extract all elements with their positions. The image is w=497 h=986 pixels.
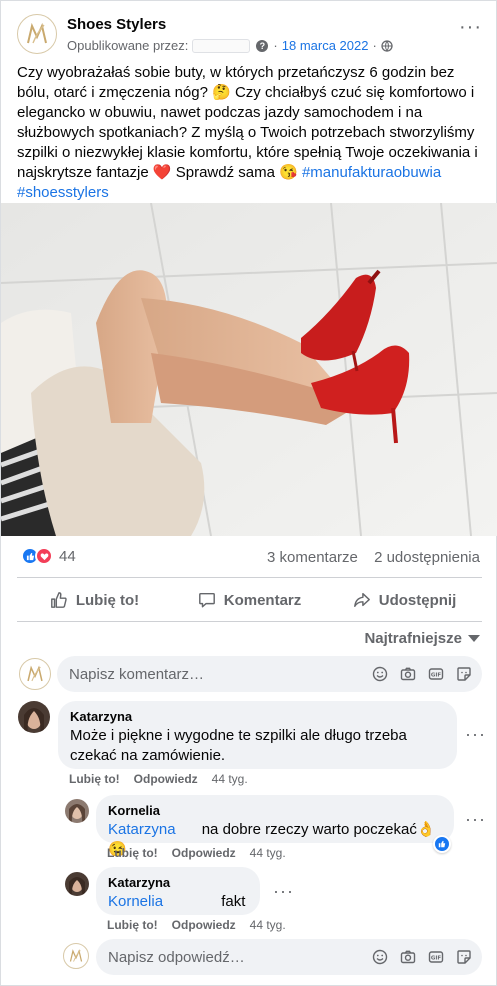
comment-author[interactable]: Kornelia — [108, 803, 442, 818]
current-page-avatar — [19, 658, 51, 690]
svg-text:GIF: GIF — [431, 956, 442, 962]
comment-actions: Lubię to! Odpowiedz 44 tyg. — [69, 772, 248, 786]
post-header: Shoes Stylers Opublikowane przez: ? · 18… — [17, 14, 482, 54]
comment-time[interactable]: 44 tyg. — [250, 918, 286, 932]
comment-time[interactable]: 44 tyg. — [212, 772, 248, 786]
like-button[interactable]: Lubię to! — [17, 581, 172, 619]
sticker-icon[interactable] — [454, 947, 474, 967]
svg-text:GIF: GIF — [431, 673, 442, 679]
reaction-count: 44 — [59, 547, 76, 565]
comment-reply-link[interactable]: Odpowiedz — [172, 846, 236, 860]
camera-icon[interactable] — [398, 947, 418, 967]
thumbs-up-icon — [50, 592, 67, 608]
published-by-label: Opublikowane przez: — [67, 38, 189, 53]
comment-options-icon[interactable]: ··· — [465, 724, 486, 745]
post-card: Shoes Stylers Opublikowane przez: ? · 18… — [0, 0, 497, 986]
gif-icon[interactable]: GIF — [426, 664, 446, 684]
like-reaction-icon[interactable] — [433, 835, 451, 853]
reply-input[interactable]: Napisz odpowiedź… GIF — [96, 939, 482, 975]
current-page-avatar — [63, 943, 89, 969]
comment-author[interactable]: Katarzyna — [70, 709, 445, 724]
comment-bubble: Katarzyna Może i piękne i wygodne te szp… — [58, 701, 457, 769]
globe-icon — [381, 39, 393, 52]
page-logo[interactable] — [17, 14, 57, 54]
comment-options-icon[interactable]: ··· — [273, 881, 294, 902]
red-heels-photo — [1, 203, 497, 536]
post-meta: Opublikowane przez: ? · 18 marca 2022 · — [67, 38, 393, 53]
comments-count-link[interactable]: 3 komentarze — [267, 549, 358, 566]
comment-icon — [198, 592, 215, 608]
comment-like-link[interactable]: Lubię to! — [107, 918, 158, 932]
avatar[interactable] — [18, 701, 50, 733]
caret-down-icon — [468, 635, 480, 642]
emoji-icon[interactable] — [370, 664, 390, 684]
comment-reply-link[interactable]: Odpowiedz — [134, 772, 198, 786]
hashtag-link[interactable]: #manufakturaobuwia — [302, 164, 441, 181]
question-icon[interactable]: ? — [256, 39, 269, 52]
comment-author[interactable]: Katarzyna — [108, 875, 248, 890]
m-logo-icon — [69, 949, 83, 962]
comment-like-link[interactable]: Lubię to! — [107, 846, 158, 860]
share-button[interactable]: Udostępnij — [327, 581, 482, 619]
comment-text: Może i piękne i wygodne te szpilki ale d… — [70, 727, 407, 764]
shares-count-link[interactable]: 2 udostępnienia — [374, 549, 480, 566]
comment-button[interactable]: Komentarz — [172, 581, 327, 619]
m-logo-icon — [27, 22, 47, 44]
comment-options-icon[interactable]: ··· — [465, 809, 486, 830]
comment-reply-link[interactable]: Odpowiedz — [172, 918, 236, 932]
gif-icon[interactable]: GIF — [426, 947, 446, 967]
camera-icon[interactable] — [398, 664, 418, 684]
divider — [17, 577, 482, 578]
comment-time[interactable]: 44 tyg. — [250, 846, 286, 860]
share-arrow-icon — [353, 592, 370, 608]
comment-actions: Lubię to! Odpowiedz 44 tyg. — [107, 846, 286, 860]
mention-link[interactable]: Katarzyna — [108, 821, 176, 838]
love-reaction-icon — [35, 547, 53, 565]
comment-actions: Lubię to! Odpowiedz 44 tyg. — [107, 918, 286, 932]
post-text: Czy wyobrażałaś sobie buty, w których pr… — [17, 64, 478, 201]
comment-like-link[interactable]: Lubię to! — [69, 772, 120, 786]
comment-input[interactable]: Napisz komentarz… GIF — [57, 656, 482, 692]
mention-link[interactable]: Kornelia — [108, 893, 163, 910]
post-action-bar: Lubię to! Komentarz Udostępnij — [17, 581, 482, 619]
page-name[interactable]: Shoes Stylers — [67, 16, 166, 33]
avatar[interactable] — [65, 872, 89, 896]
reply-bubble: Katarzyna Kornelia fakt — [96, 867, 260, 915]
reply-bubble: Kornelia Katarzyna na dobre rzeczy warto… — [96, 795, 454, 858]
avatar[interactable] — [65, 799, 89, 823]
m-logo-icon — [27, 665, 43, 682]
comment-text: fakt — [221, 893, 246, 910]
post-date[interactable]: 18 marca 2022 — [282, 38, 369, 53]
post-photo[interactable] — [1, 203, 497, 536]
reactions-summary[interactable]: 44 — [21, 547, 76, 565]
divider — [17, 621, 482, 622]
sticker-icon[interactable] — [454, 664, 474, 684]
post-options-icon[interactable]: ··· — [459, 17, 482, 37]
comment-sort-dropdown[interactable]: Najtrafniejsze — [364, 630, 480, 647]
emoji-icon[interactable] — [370, 947, 390, 967]
engagement-stats: 3 komentarze 2 udostępnienia — [255, 549, 480, 566]
hashtag-link[interactable]: #shoesstylers — [17, 184, 109, 201]
redacted-author — [192, 38, 251, 53]
